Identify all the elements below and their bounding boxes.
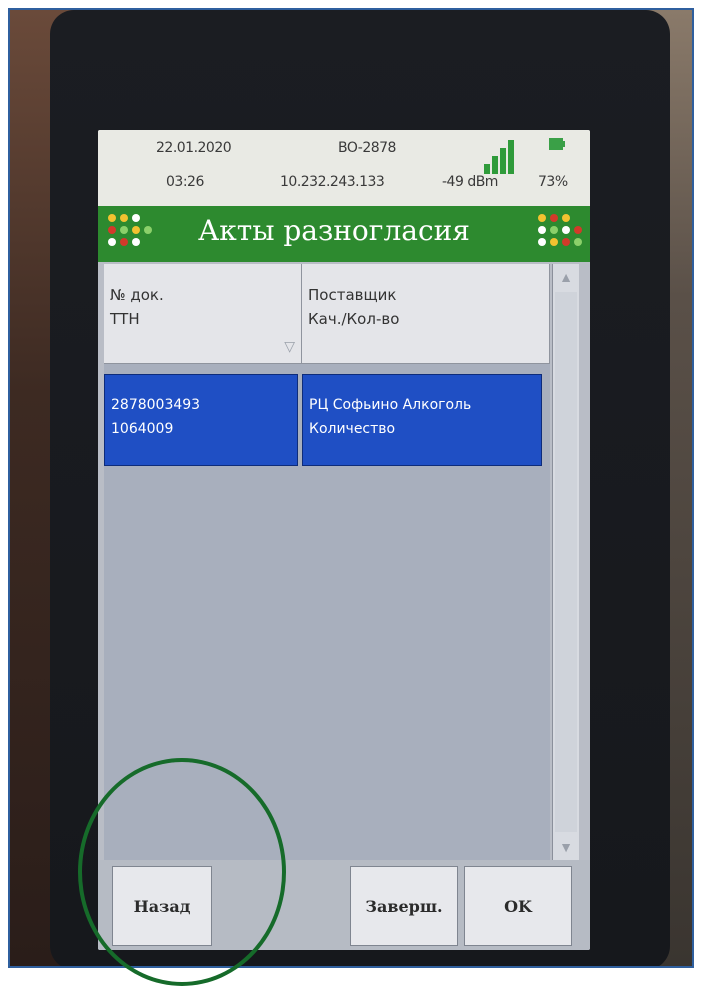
status-time: 03:26 xyxy=(166,174,204,190)
row-doc-number: 2878003493 xyxy=(111,397,201,413)
column-header-supplier-label: Поставщик xyxy=(308,286,397,304)
table-row-doc-cell[interactable]: 2878003493 1064009 xyxy=(104,374,298,466)
annotation-circle xyxy=(78,758,286,986)
scroll-up-icon[interactable]: ▲ xyxy=(555,266,577,288)
column-header-doc[interactable]: № док. ТТН ▽ xyxy=(104,264,302,364)
status-ip: 10.232.243.133 xyxy=(280,174,385,190)
logo-dots-left-icon xyxy=(108,214,152,246)
row-discrepancy-type: Количество xyxy=(309,421,396,437)
vertical-scrollbar[interactable]: ▲ ▼ xyxy=(552,264,579,860)
column-header-supplier[interactable]: Поставщик Кач./Кол-во xyxy=(302,264,550,364)
logo-dots-right-icon xyxy=(538,214,582,246)
column-header-quality-label: Кач./Кол-во xyxy=(308,310,400,328)
title-bar: Акты разногласия xyxy=(98,206,590,262)
row-supplier: РЦ Софьино Алкоголь xyxy=(309,397,472,413)
finish-button[interactable]: Заверш. xyxy=(350,866,458,946)
status-date: 22.01.2020 xyxy=(156,140,232,156)
status-battery: 73% xyxy=(538,174,568,190)
battery-icon xyxy=(549,138,565,150)
column-header-doc-label: № док. xyxy=(110,286,164,304)
status-bar: 22.01.2020 03:26 BO-2878 10.232.243.133 … xyxy=(98,130,590,206)
scroll-down-icon[interactable]: ▼ xyxy=(555,836,577,858)
scroll-track[interactable] xyxy=(555,292,577,832)
status-device-id: BO-2878 xyxy=(338,140,396,156)
screen-title: Акты разногласия xyxy=(198,214,470,247)
row-ttn-number: 1064009 xyxy=(111,421,174,437)
table-row-supplier-cell[interactable]: РЦ Софьино Алкоголь Количество xyxy=(302,374,542,466)
column-header-ttn-label: ТТН xyxy=(110,310,140,328)
status-signal: -49 dBm xyxy=(442,174,498,190)
ok-button[interactable]: OK xyxy=(464,866,572,946)
signal-icon xyxy=(484,140,514,174)
sort-down-icon: ▽ xyxy=(284,339,295,355)
